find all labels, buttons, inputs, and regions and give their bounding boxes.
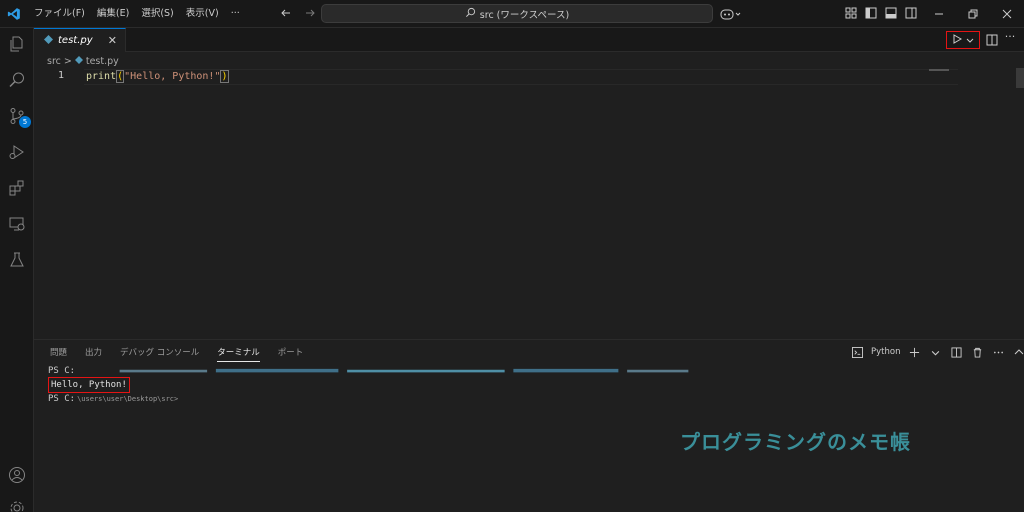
code-line[interactable]: print("Hello, Python!") [86, 69, 229, 85]
redacted-path-icon [119, 368, 689, 372]
command-center-search[interactable]: src (ワークスペース) [321, 4, 713, 23]
layout-controls [843, 5, 919, 21]
account-icon[interactable] [5, 463, 29, 487]
python-file-icon [44, 34, 53, 47]
code-editor[interactable]: 1 print("Hello, Python!") [34, 68, 1024, 338]
title-bar: ファイル(F) 編集(E) 選択(S) 表示(V) ··· src (ワークスペ… [0, 0, 1024, 28]
activity-bar: 5 [0, 28, 34, 512]
editor-scrollbar[interactable] [1016, 68, 1024, 88]
extensions-icon[interactable] [5, 176, 29, 200]
terminal-output[interactable]: PS C: Hello, Python! PS C: \users\user\D… [48, 364, 729, 406]
run-python-file-button[interactable] [946, 31, 980, 49]
explorer-icon[interactable] [5, 32, 29, 56]
prompt-text: PS C: [48, 366, 76, 376]
terminal-icon [850, 345, 864, 359]
editor-tab-bar: test.py ✕ ··· [34, 28, 1024, 52]
search-text: src (ワークスペース) [479, 9, 570, 21]
back-arrow-icon[interactable] [278, 5, 294, 21]
minimap[interactable] [929, 69, 949, 71]
tab-output[interactable]: 出力 [85, 346, 102, 362]
watermark-text: プログラミングのメモ帳 [680, 430, 911, 454]
split-terminal-icon[interactable] [949, 345, 963, 359]
minimize-icon[interactable] [922, 0, 956, 28]
program-output: Hello, Python! [48, 377, 130, 393]
menu-file[interactable]: ファイル(F) [28, 0, 91, 28]
breadcrumb: src > test.py [47, 54, 119, 68]
chevron-down-icon[interactable] [928, 345, 942, 359]
chevron-down-icon[interactable] [966, 34, 974, 47]
prompt-path: \users\user\Desktop\src> [77, 395, 179, 403]
copilot-icon[interactable] [720, 5, 746, 23]
toggle-primary-sidebar-icon[interactable] [863, 5, 879, 21]
close-icon[interactable] [990, 0, 1024, 28]
settings-gear-icon[interactable] [5, 496, 29, 512]
toggle-secondary-sidebar-icon[interactable] [903, 5, 919, 21]
tab-debug-console[interactable]: デバッグ コンソール [120, 346, 199, 362]
code-function: print [86, 71, 117, 82]
code-open-paren: ( [116, 70, 125, 83]
terminal-line: PS C: \users\user\Desktop\src> [48, 392, 729, 406]
run-debug-icon[interactable] [5, 140, 29, 164]
tab-label: test.py [58, 35, 93, 46]
maximize-panel-icon[interactable] [1012, 345, 1024, 359]
remote-explorer-icon[interactable] [5, 212, 29, 236]
customize-layout-icon[interactable] [843, 5, 859, 21]
toggle-panel-icon[interactable] [883, 5, 899, 21]
line-number: 1 [58, 70, 65, 81]
code-close-paren: ) [220, 70, 229, 83]
vscode-logo-icon[interactable] [0, 0, 28, 28]
breadcrumb-folder[interactable]: src [47, 56, 61, 67]
search-icon [465, 7, 476, 21]
search-sidebar-icon[interactable] [5, 68, 29, 92]
new-terminal-icon[interactable] [907, 345, 921, 359]
menu-view[interactable]: 表示(V) [180, 0, 225, 28]
prompt-text: PS C: [48, 394, 76, 404]
nav-arrows [278, 5, 318, 21]
play-icon [952, 33, 963, 47]
panel-tabs: 問題 出力 デバッグ コンソール ターミナル ポート [50, 346, 303, 362]
code-string: "Hello, Python!" [124, 71, 221, 82]
menu-edit[interactable]: 編集(E) [91, 0, 135, 28]
breadcrumb-file[interactable]: test.py [86, 56, 119, 67]
split-editor-icon[interactable] [984, 32, 1000, 48]
restore-icon[interactable] [956, 0, 990, 28]
terminal-line: PS C: [48, 364, 729, 378]
window-controls [922, 0, 1024, 28]
terminal-name[interactable]: Python [871, 347, 900, 357]
trash-icon[interactable] [970, 345, 984, 359]
more-actions-icon[interactable]: ··· [1002, 30, 1018, 48]
menu-more[interactable]: ··· [225, 0, 246, 28]
tab-test-py[interactable]: test.py ✕ [34, 28, 126, 52]
terminal-line: Hello, Python! [48, 377, 729, 393]
python-file-icon [74, 55, 83, 67]
forward-arrow-icon[interactable] [302, 5, 318, 21]
tab-ports[interactable]: ポート [278, 346, 304, 362]
breadcrumb-separator: > [63, 55, 72, 67]
menu-bar: ファイル(F) 編集(E) 選択(S) 表示(V) ··· [28, 0, 246, 28]
tab-terminal[interactable]: ターミナル [217, 346, 260, 362]
more-actions-icon[interactable] [991, 345, 1005, 359]
bottom-panel: 問題 出力 デバッグ コンソール ターミナル ポート Python PS C: … [34, 339, 1024, 512]
menu-selection[interactable]: 選択(S) [135, 0, 179, 28]
source-control-icon[interactable]: 5 [5, 104, 31, 128]
tab-close-icon[interactable]: ✕ [108, 34, 117, 47]
scm-badge: 5 [19, 116, 31, 128]
panel-actions: Python [850, 345, 1024, 359]
tab-problems[interactable]: 問題 [50, 346, 67, 362]
testing-icon[interactable] [5, 248, 29, 272]
